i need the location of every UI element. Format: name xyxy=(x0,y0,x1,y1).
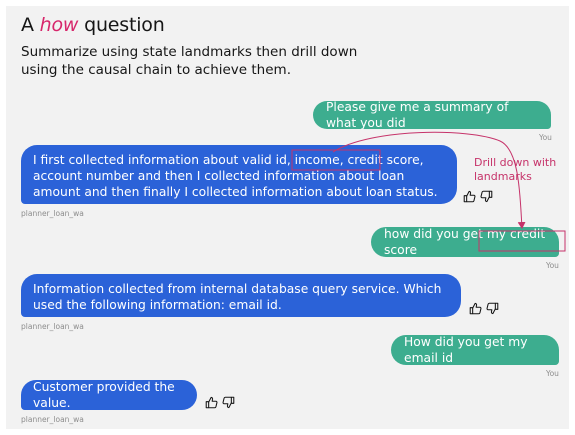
message-text: Customer provided the value. xyxy=(33,380,175,410)
annotation-label: Drill down with landmarks xyxy=(474,156,557,183)
user-message-bubble: How did you get my email id xyxy=(391,335,559,365)
bot-message-bubble: Customer provided the value. xyxy=(21,380,197,410)
message-text: How did you get my email id xyxy=(404,335,528,365)
message-text: Information collected from internal data… xyxy=(33,282,442,312)
user-message-bubble: how did you get my credit score xyxy=(371,227,559,257)
slide-title: A how question xyxy=(21,14,165,36)
message-sender: You xyxy=(539,133,552,142)
feedback-buttons xyxy=(469,302,499,315)
message-text: Please give me a summary of what you did xyxy=(326,100,509,130)
message-text: how did you get my credit score xyxy=(384,227,546,257)
title-suffix: question xyxy=(78,14,165,36)
thumbs-down-icon[interactable] xyxy=(486,302,499,315)
message-sender: planner_loan_wa xyxy=(21,322,84,331)
message-sender: You xyxy=(546,369,559,378)
message-text: I first collected information about vali… xyxy=(33,153,438,199)
feedback-buttons xyxy=(463,190,493,203)
thumbs-down-icon[interactable] xyxy=(480,190,493,203)
message-sender: planner_loan_wa xyxy=(21,415,84,424)
bot-message-bubble: Information collected from internal data… xyxy=(21,274,461,317)
title-prefix: A xyxy=(21,14,40,36)
feedback-buttons xyxy=(205,396,235,409)
message-sender: planner_loan_wa xyxy=(21,209,84,218)
thumbs-up-icon[interactable] xyxy=(205,396,218,409)
title-emphasis: how xyxy=(39,14,79,36)
slide-subtitle: Summarize using state landmarks then dri… xyxy=(21,44,358,78)
thumbs-up-icon[interactable] xyxy=(469,302,482,315)
bot-message-bubble: I first collected information about vali… xyxy=(21,145,457,204)
user-message-bubble: Please give me a summary of what you did xyxy=(313,100,551,130)
thumbs-up-icon[interactable] xyxy=(463,190,476,203)
message-sender: You xyxy=(546,261,559,270)
thumbs-down-icon[interactable] xyxy=(222,396,235,409)
